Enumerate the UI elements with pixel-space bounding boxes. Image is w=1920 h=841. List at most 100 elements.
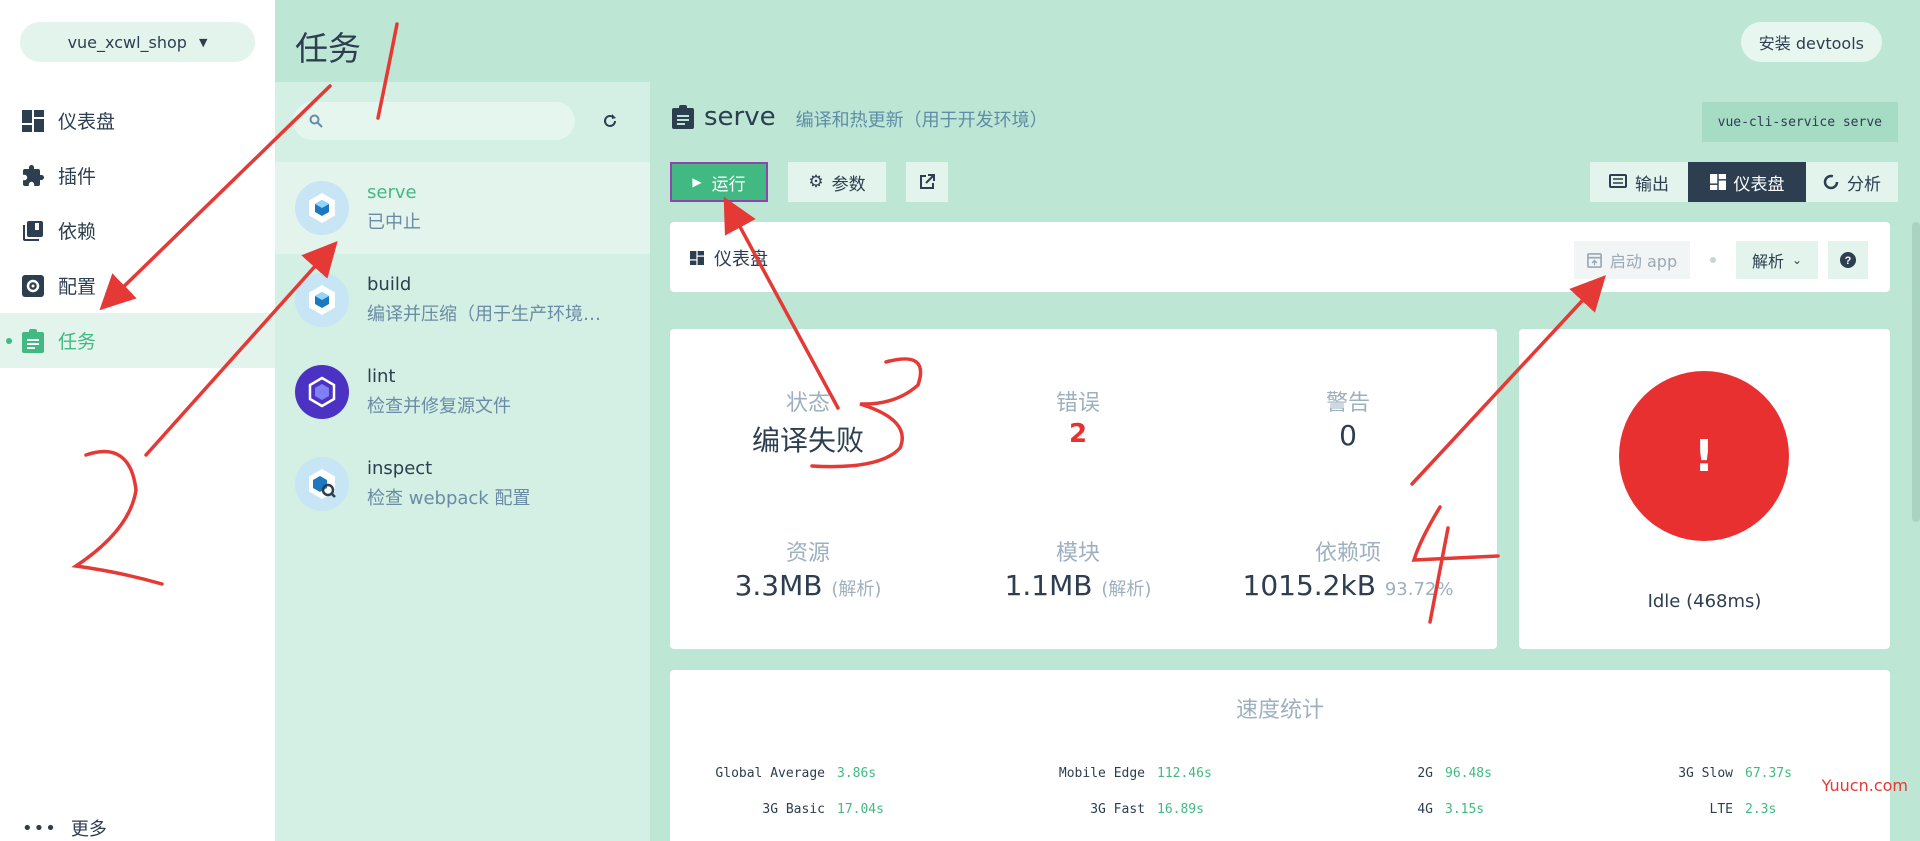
stat-sub[interactable]: (解析): [831, 579, 881, 600]
speed-key: 2G: [1417, 766, 1433, 781]
play-icon: ▶: [692, 175, 702, 189]
assignment-icon: [20, 328, 46, 354]
gear-icon: ⚙: [808, 172, 824, 192]
task-item-build[interactable]: build 编译并压缩（用于生产环境…: [275, 254, 650, 346]
install-devtools-button[interactable]: 安装 devtools: [1740, 22, 1882, 62]
scrollbar[interactable]: [1912, 222, 1920, 522]
project-name: vue_xcwl_shop: [67, 32, 187, 52]
stat-value: 0: [1339, 419, 1357, 452]
task-list: serve 已中止 build 编译并压缩（用于生产环境… lint 检查并修复…: [275, 82, 650, 841]
dashboard-icon: [690, 251, 704, 265]
help-button[interactable]: ?: [1828, 241, 1868, 279]
nav-item-dependencies[interactable]: 依赖: [0, 203, 275, 258]
open-in-browser-icon: [1586, 252, 1602, 268]
stat-value: 3.3MB (解析): [688, 569, 928, 602]
task-desc: 编译并压缩（用于生产环境…: [367, 304, 601, 325]
stat-label: 模块: [1055, 541, 1100, 566]
build-stats-card: 状态 编译失败 错误 2 警告 0 资源 3.3MB (解析) 模块 1.1MB…: [670, 329, 1497, 649]
error-status-icon: !: [1619, 371, 1789, 541]
task-name: serve: [367, 182, 417, 203]
task-item-lint[interactable]: lint 检查并修复源文件: [275, 346, 650, 438]
stat-sub: 93.72%: [1384, 579, 1454, 600]
speed-item: Global Average 3.86s: [675, 766, 905, 781]
tab-dashboard[interactable]: 仪表盘: [1688, 162, 1806, 202]
speed-key: 3G Basic: [762, 802, 825, 817]
watermark: Yuucn.com: [1821, 776, 1908, 795]
tab-label: 分析: [1847, 174, 1881, 195]
nav-label: 插件: [58, 166, 97, 188]
speed-key: Mobile Edge: [1058, 766, 1145, 781]
stat-sub[interactable]: (解析): [1101, 579, 1151, 600]
status-card: ! Idle (468ms): [1519, 329, 1890, 649]
command-badge: vue-cli-service serve: [1701, 102, 1898, 142]
nav-item-config[interactable]: 配置: [0, 258, 275, 313]
stat-label: 状态: [785, 391, 830, 416]
stat-main-value: 1015.2kB: [1242, 569, 1376, 602]
donut-chart-icon: [1823, 174, 1839, 190]
task-desc: 检查 webpack 配置: [367, 488, 531, 509]
run-button[interactable]: ▶ 运行: [670, 162, 768, 202]
project-selector[interactable]: vue_xcwl_shop ▼: [20, 22, 255, 62]
tab-label: 输出: [1635, 174, 1669, 195]
start-app-button[interactable]: 启动 app: [1574, 241, 1690, 279]
dashboard-icon: [20, 108, 46, 134]
speed-value: 2.3s: [1745, 802, 1777, 817]
stat-assets: 资源 3.3MB (解析): [688, 535, 928, 602]
stat-label: 资源: [785, 541, 830, 566]
task-detail: serve 编译和热更新（用于开发环境） vue-cli-service ser…: [650, 82, 1920, 841]
task-item-serve[interactable]: serve 已中止: [275, 162, 650, 254]
params-button[interactable]: ⚙ 参数: [788, 162, 886, 202]
inspect-icon: [295, 457, 349, 511]
nav-item-dashboard[interactable]: 仪表盘: [0, 93, 275, 148]
refresh-icon: [604, 114, 616, 127]
open-external-icon: [920, 174, 935, 189]
nav-item-plugins[interactable]: 插件: [0, 148, 275, 203]
webpack-icon: [295, 181, 349, 235]
nav-label: 配置: [58, 276, 97, 298]
output-icon: [1609, 174, 1627, 188]
assignment-icon: [672, 105, 694, 129]
dashboard-icon: [1709, 174, 1726, 190]
speed-item: 3G Slow 67.37s: [1583, 766, 1813, 781]
speed-value: 3.15s: [1445, 802, 1485, 817]
dashboard-title-label: 仪表盘: [714, 249, 768, 270]
task-title: serve: [704, 102, 776, 132]
speed-key: 4G: [1417, 802, 1433, 817]
search-input[interactable]: [333, 112, 563, 130]
open-external-button[interactable]: [906, 162, 948, 202]
search-box[interactable]: [293, 102, 575, 140]
tab-analysis[interactable]: 分析: [1806, 162, 1898, 202]
nav-label: 任务: [58, 331, 97, 353]
nav-item-tasks[interactable]: 任务: [0, 313, 275, 368]
stat-errors: 错误 2: [958, 385, 1198, 449]
stat-value: 编译失败: [751, 424, 864, 457]
task-description: 编译和热更新（用于开发环境）: [795, 110, 1048, 131]
speed-title: 速度统计: [1235, 698, 1324, 723]
nav-more-label: 更多: [70, 819, 107, 840]
stat-status: 状态 编译失败: [688, 385, 928, 459]
analyze-select[interactable]: 解析 ⌄: [1736, 241, 1818, 279]
page-title: 任务: [295, 29, 361, 68]
task-name: build: [367, 274, 412, 295]
separator-dot: [1710, 257, 1716, 263]
stat-main-value: 1.1MB: [1004, 569, 1093, 602]
task-name: inspect: [367, 458, 433, 479]
nav-more[interactable]: ••• 更多: [0, 815, 275, 841]
task-name: lint: [367, 366, 396, 387]
speed-item: LTE 2.3s: [1583, 802, 1813, 817]
settings-icon: [20, 273, 46, 299]
start-app-label: 启动 app: [1609, 252, 1678, 271]
top-bar: 任务 安装 devtools: [275, 0, 1920, 82]
puzzle-icon: [20, 163, 46, 189]
params-label: 参数: [831, 174, 866, 195]
task-item-inspect[interactable]: inspect 检查 webpack 配置: [275, 438, 650, 530]
refresh-button[interactable]: [597, 108, 623, 134]
tab-output[interactable]: 输出: [1590, 162, 1688, 202]
stat-value: 1015.2kB 93.72%: [1228, 569, 1468, 602]
stat-warnings: 警告 0: [1228, 385, 1468, 452]
speed-item: Mobile Edge 112.46s: [995, 766, 1225, 781]
dashboard-toolbar: 仪表盘 启动 app 解析 ⌄ ?: [670, 222, 1890, 292]
library-icon: [20, 218, 46, 244]
task-desc: 已中止: [367, 212, 421, 233]
stat-main-value: 3.3MB: [734, 569, 823, 602]
